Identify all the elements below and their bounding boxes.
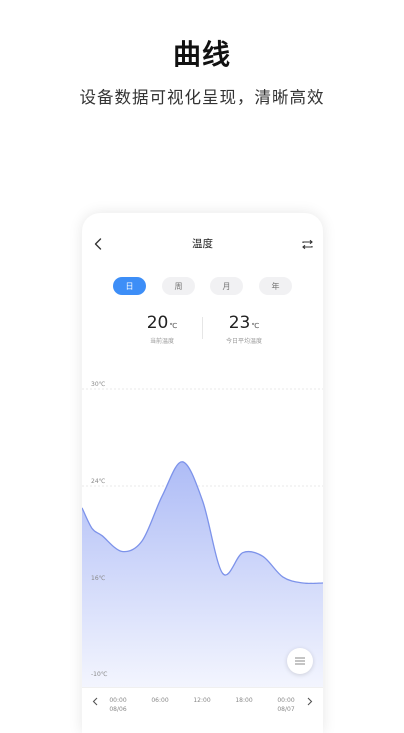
x-tick-date: 08/07 [277, 706, 295, 713]
y-tick-label: 30℃ [91, 381, 106, 388]
x-tick-label: 06:00 [140, 696, 180, 705]
x-tick-label: 00:00 08/06 [98, 696, 138, 714]
x-tick-label: 00:00 08/07 [266, 696, 306, 714]
y-tick-label: -10℃ [91, 671, 108, 678]
promo-title: 曲线 [172, 38, 231, 71]
x-tick-time: 12:00 [193, 697, 211, 704]
x-tick-label: 12:00 [182, 696, 222, 705]
x-tick-time: 00:00 [277, 697, 295, 704]
y-tick-label: 24℃ [91, 478, 106, 485]
phone-screen: 温度 日 周 月 年 20℃ 当前温度 23℃ 今日平均温度 30℃ 24℃ 1… [82, 213, 323, 733]
chevron-right-icon [307, 697, 313, 705]
temperature-chart: 30℃ 24℃ 16℃ -10℃ [82, 381, 323, 687]
next-day-button[interactable] [303, 694, 317, 708]
menu-button[interactable] [287, 648, 313, 674]
x-tick-time: 00:00 [109, 697, 127, 704]
x-tick-date: 08/06 [109, 706, 127, 713]
x-axis: 00:00 08/06 06:00 12:00 18:00 00:00 08/07 [82, 687, 323, 728]
x-tick-label: 18:00 [224, 696, 264, 705]
menu-lines-icon [295, 657, 305, 665]
y-tick-label: 16℃ [91, 575, 106, 582]
x-tick-time: 06:00 [151, 697, 169, 704]
x-tick-time: 18:00 [235, 697, 253, 704]
promo-subtitle: 设备数据可视化呈现，清晰高效 [79, 88, 325, 107]
temperature-area [82, 461, 323, 687]
